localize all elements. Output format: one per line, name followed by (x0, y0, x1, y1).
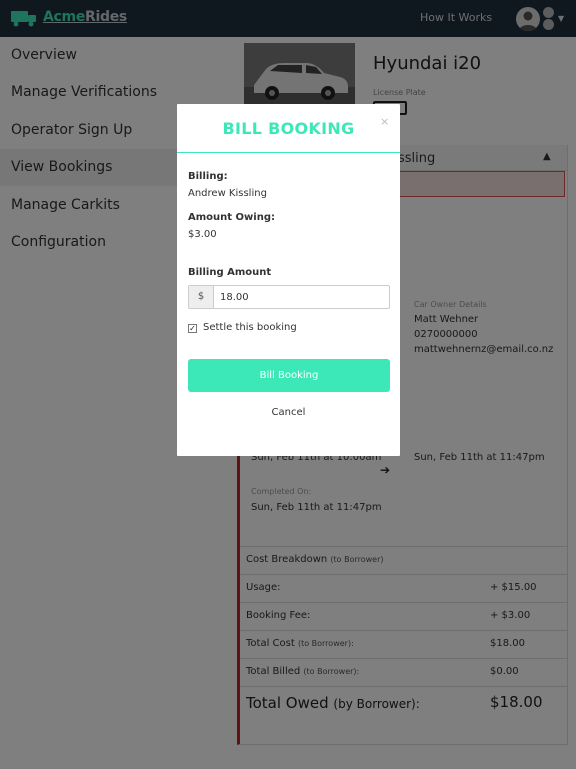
bill-booking-modal: BILL BOOKING × Billing: Andrew Kissling … (177, 104, 400, 456)
modal-title: BILL BOOKING (222, 119, 355, 138)
cancel-button[interactable]: Cancel (177, 407, 400, 418)
billing-label: Billing: (188, 171, 228, 182)
billing-amount-group: $ (188, 285, 390, 309)
close-icon[interactable]: × (380, 115, 389, 128)
billing-amount-label: Billing Amount (188, 267, 272, 278)
bill-booking-button[interactable]: Bill Booking (188, 359, 390, 392)
amount-owing-value: $3.00 (188, 229, 217, 240)
settle-checkbox[interactable]: ✓ (188, 324, 197, 333)
amount-owing-label: Amount Owing: (188, 212, 275, 223)
currency-addon: $ (189, 286, 214, 308)
modal-divider (177, 152, 400, 153)
billing-amount-input[interactable] (215, 286, 389, 308)
billing-name: Andrew Kissling (188, 188, 267, 199)
settle-label[interactable]: Settle this booking (203, 322, 297, 333)
